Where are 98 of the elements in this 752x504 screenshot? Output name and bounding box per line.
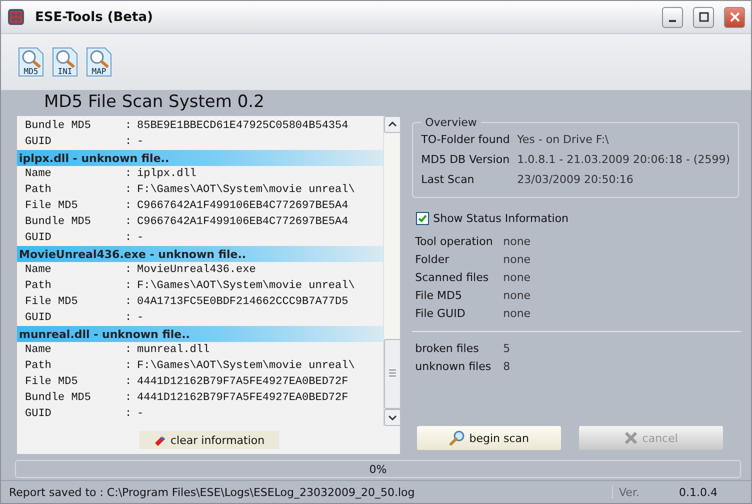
clear-button[interactable]: clear information [138, 431, 279, 449]
field-separator: : [125, 184, 133, 196]
field-separator: : [125, 408, 133, 420]
field-separator: : [125, 360, 133, 372]
field-separator: : [125, 168, 133, 180]
field-separator: : [125, 200, 133, 212]
field-value: - [137, 408, 144, 420]
minimize-icon [669, 20, 676, 22]
field-label: GUID [25, 136, 52, 148]
field-separator: : [125, 280, 133, 292]
scroll-up-button[interactable] [384, 116, 400, 133]
field-value: - [137, 136, 144, 148]
close-icon [730, 12, 740, 22]
field-value: 4441D12162B79F7A5FE4927EA0BED72F [137, 392, 348, 404]
eraser-icon [152, 433, 166, 447]
window-title: ESE-Tools (Beta) [35, 10, 154, 24]
group-title: Overview [424, 116, 478, 129]
field-label: Name [25, 264, 52, 276]
field-label: GUID [25, 312, 52, 324]
field-value: C9667642A1F499106EB4C772697BE5A4 [137, 216, 348, 228]
field-separator: : [125, 312, 133, 324]
toolbar-button[interactable]: MD5 [17, 47, 45, 77]
overview-label: MD5 DB Version [421, 152, 511, 166]
overview-value: Yes - on Drive F:\ [517, 132, 609, 146]
maximize-button[interactable] [693, 6, 714, 28]
count-value: 8 [503, 360, 510, 372]
field-value: iplpx.dll [137, 168, 196, 180]
field-label: GUID [25, 408, 52, 420]
count-label: broken files [415, 342, 480, 354]
close-button[interactable] [724, 6, 745, 28]
status-value: none [503, 270, 531, 284]
scroll-thumb[interactable] [384, 339, 400, 409]
field-label: Name [25, 344, 52, 356]
field-value: munreal.dll [137, 344, 210, 356]
field-separator: : [125, 216, 133, 228]
field-separator: : [125, 136, 133, 148]
app-heading: MD5 File Scan System 0.2 [43, 91, 266, 114]
field-value: C9667642A1F499106EB4C772697BE5A4 [137, 200, 348, 212]
status-checkbox[interactable] [416, 212, 430, 225]
overview-label: Last Scan [421, 172, 476, 186]
report-path: Report saved to : C:\Program Files\ESE\Logs\ESELog_23032009_20_50.log [8, 486, 416, 498]
checkbox-label: Show Status Information [433, 212, 570, 225]
field-value: 4441D12162B79F7A5FE4927EA0BED72F [137, 376, 348, 388]
status-label: File GUID [415, 306, 466, 320]
field-label: GUID [25, 232, 52, 244]
maximize-icon [698, 12, 708, 22]
overview-label: TO-Folder found [421, 132, 511, 146]
field-value: MovieUnreal436.exe [137, 264, 256, 276]
field-label: File MD5 [25, 376, 79, 388]
minimize-button[interactable] [662, 6, 683, 28]
field-separator: : [125, 232, 133, 244]
field-value: 04A1713FC5E0BDF214662CCC9B7A77D5 [137, 296, 348, 308]
field-label: Name [25, 168, 52, 180]
status-label: Folder [415, 252, 450, 266]
app-icon [7, 8, 25, 26]
status-value: none [503, 306, 531, 320]
status-label: Scanned files [415, 270, 490, 284]
file-header: iplpx.dll - unknown file.. [17, 150, 384, 166]
version-label: Ver. [612, 486, 679, 498]
field-separator: : [125, 264, 133, 276]
search-icon [449, 430, 466, 446]
field-separator: : [125, 392, 133, 404]
status-value: none [503, 234, 531, 248]
status-label: File MD5 [415, 288, 463, 302]
field-value: F:\Games\AOT\System\movie unreal\ [137, 184, 355, 196]
status-label: Tool operation [415, 234, 494, 248]
version-number: 0.1.0.4 [679, 486, 718, 498]
field-separator: : [125, 120, 133, 132]
field-value: 85BE9E1BBECD61E47925C05804B54354 [137, 120, 348, 132]
overview-value: 1.0.8.1 - 21.03.2009 20:06:18 - (2599) [517, 152, 730, 166]
field-label: Path [25, 280, 52, 292]
field-value: - [137, 312, 144, 324]
status-value: none [503, 288, 531, 302]
overview-value: 23/03/2009 20:50:16 [517, 172, 634, 186]
field-separator: : [125, 376, 133, 388]
field-separator: : [125, 344, 133, 356]
field-label: Path [25, 184, 52, 196]
progress-text: 0% [369, 462, 387, 476]
close-icon [624, 432, 638, 444]
field-label: Path [25, 360, 52, 372]
field-label: Bundle MD5 [25, 216, 92, 228]
toolbar-button[interactable]: MAP [85, 47, 113, 77]
toolbar-button[interactable]: INI [51, 47, 79, 77]
field-label: Bundle MD5 [25, 120, 92, 132]
field-value: - [137, 232, 144, 244]
count-value: 5 [503, 342, 510, 354]
file-header: MovieUnreal436.exe - unknown file.. [17, 246, 384, 262]
field-value: F:\Games\AOT\System\movie unreal\ [137, 280, 355, 292]
field-value: F:\Games\AOT\System\movie unreal\ [137, 360, 355, 372]
status-value: none [503, 252, 531, 266]
field-separator: : [125, 296, 133, 308]
file-header: munreal.dll - unknown file.. [17, 326, 384, 342]
field-label: File MD5 [25, 296, 79, 308]
field-label: Bundle MD5 [25, 392, 92, 404]
scroll-down-button[interactable] [384, 409, 400, 426]
field-label: File MD5 [25, 200, 79, 212]
count-label: unknown files [415, 360, 492, 372]
scan-button[interactable]: begin scan [417, 426, 562, 450]
